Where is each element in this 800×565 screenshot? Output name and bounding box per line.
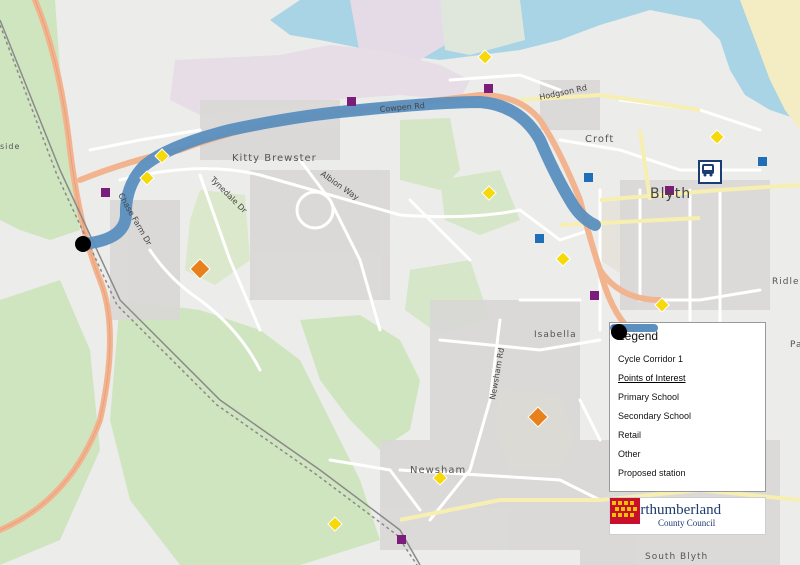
legend-label-other: Other [618, 448, 641, 459]
legend-subheading-poi: Points of Interest [618, 372, 686, 383]
retail-marker [101, 188, 110, 197]
place-pa: Pa [790, 340, 800, 350]
northumberland-logo: Northumberland County Council [609, 497, 766, 535]
place-newsham: Newsham [410, 465, 467, 476]
proposed-station-marker [75, 236, 91, 252]
legend-label-proposed-station: Proposed station [618, 467, 686, 478]
place-side: side [0, 142, 21, 151]
place-kitty-brewster: Kitty Brewster [232, 153, 317, 164]
legend-row-other: Other [612, 325, 757, 463]
retail-marker [347, 97, 356, 106]
legend-label-primary-school: Primary School [618, 391, 680, 402]
legend-row-retail: Retail [612, 325, 757, 444]
legend-row-cycle-corridor: Cycle Corridor 1 [610, 324, 757, 368]
map-canvas[interactable]: Cowpen Rd Hodgson Rd Albion Way Tynedale… [0, 0, 800, 565]
place-south-blyth: South Blyth [645, 552, 709, 562]
legend-row-primary-school: Primary School [611, 324, 757, 406]
bus-station-icon [698, 160, 722, 184]
place-ridley: Ridley [772, 277, 800, 287]
legend-label-cycle-corridor: Cycle Corridor 1 [618, 353, 684, 364]
other-marker [758, 157, 767, 166]
other-marker [584, 173, 593, 182]
retail-marker [484, 84, 493, 93]
legend-label-secondary-school: Secondary School [618, 410, 692, 421]
map-legend: Legend Cycle Corridor 1 Points of Intere… [609, 322, 766, 492]
place-isabella: Isabella [534, 330, 577, 340]
retail-marker [590, 291, 599, 300]
legend-row-proposed-station: Proposed station [611, 324, 757, 482]
county-crest-icon [610, 498, 640, 524]
place-blyth: Blyth [650, 186, 692, 202]
legend-label-retail: Retail [618, 429, 642, 440]
other-marker [535, 234, 544, 243]
place-croft: Croft [585, 134, 615, 145]
legend-row-secondary-school: Secondary School [610, 323, 757, 425]
retail-marker [397, 535, 406, 544]
